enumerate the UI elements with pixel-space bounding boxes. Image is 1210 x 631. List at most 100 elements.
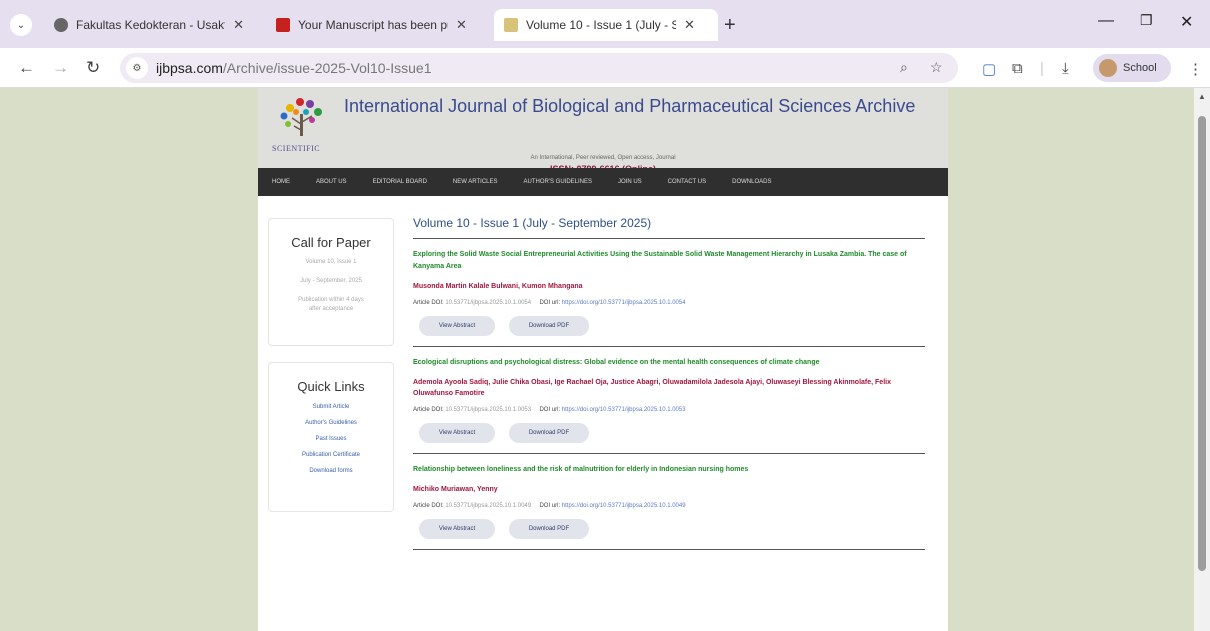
extensions-icon[interactable]: ⧉: [1012, 60, 1023, 77]
tab-manuscript[interactable]: Your Manuscript has been publ... ✕: [266, 9, 486, 41]
quick-links-title: Quick Links: [297, 379, 365, 394]
nav-new-articles[interactable]: NEW ARTICLES: [453, 179, 498, 185]
call-line: after acceptance: [308, 306, 354, 312]
reload-icon[interactable]: ↻: [86, 58, 100, 78]
main-nav: HOME ABOUT US EDITORIAL BOARD NEW ARTICL…: [258, 168, 948, 196]
download-icon[interactable]: ⤓: [1062, 60, 1069, 77]
site-header: SCIENTIFIC International Journal of Biol…: [258, 88, 948, 174]
doi-value: 10.53771/ijbpsa.2025.10.1.0049: [445, 503, 532, 509]
nav-home[interactable]: HOME: [272, 179, 290, 185]
browser-tab-strip: ⌄ Fakultas Kedokteran - Usakti ✕ Your Ma…: [0, 0, 1210, 48]
article-authors: Musonda Martin Kalale Bulwani, Kumon Mha…: [413, 283, 583, 290]
article-title[interactable]: Exploring the Solid Waste Social Entrepr…: [413, 249, 925, 273]
reading-list-icon[interactable]: ▢: [982, 60, 996, 78]
tab-fakultas[interactable]: Fakultas Kedokteran - Usakti ✕: [44, 9, 254, 41]
url-domain: ijbpsa.com: [156, 60, 223, 76]
doi-url-label: DOI url:: [539, 407, 561, 413]
site-info-icon[interactable]: ⚙: [126, 57, 148, 79]
download-pdf-button[interactable]: Download PDF: [509, 423, 589, 443]
journal-favicon-icon: [504, 18, 518, 32]
doi-value: 10.53771/ijbpsa.2025.10.1.0053: [445, 407, 532, 413]
scrollbar-thumb[interactable]: [1198, 116, 1206, 571]
issue-content: Volume 10 - Issue 1 (July - September 20…: [413, 216, 925, 550]
new-tab-plus-icon[interactable]: +: [724, 14, 736, 37]
article-item: Exploring the Solid Waste Social Entrepr…: [413, 239, 925, 347]
restore-icon[interactable]: ❐: [1140, 12, 1153, 29]
doi-url-link[interactable]: https://doi.org/10.53771/ijbpsa.2025.10.…: [562, 503, 686, 509]
close-icon[interactable]: ✕: [684, 17, 695, 33]
nav-contact-us[interactable]: CONTACT US: [668, 179, 706, 185]
call-line: Volume 10, Issue 1: [305, 259, 357, 265]
minimize-icon[interactable]: —: [1098, 12, 1114, 30]
doi-url-label: DOI url:: [539, 300, 561, 306]
gmail-icon: [276, 18, 290, 32]
back-arrow-icon[interactable]: ←: [18, 58, 35, 78]
view-abstract-button[interactable]: View Abstract: [419, 316, 495, 336]
article-authors: Michiko Muriawan, Yenny: [413, 486, 498, 493]
download-pdf-button[interactable]: Download PDF: [509, 519, 589, 539]
link-publication-certificate[interactable]: Publication Certificate: [269, 452, 393, 458]
nav-downloads[interactable]: DOWNLOADS: [732, 179, 771, 185]
article-title[interactable]: Ecological disruptions and psychological…: [413, 357, 925, 369]
nav-editorial-board[interactable]: EDITORIAL BOARD: [373, 179, 427, 185]
call-for-paper-title: Call for Paper: [291, 235, 371, 250]
article-title[interactable]: Relationship between loneliness and the …: [413, 464, 925, 476]
window-close-icon[interactable]: ✕: [1180, 12, 1193, 32]
tab-volume[interactable]: Volume 10 - Issue 1 (July - Sep... ✕: [494, 9, 718, 41]
tab-title: Your Manuscript has been publ...: [298, 18, 448, 32]
forward-arrow-icon[interactable]: →: [52, 58, 69, 78]
kebab-menu-icon[interactable]: ⋮: [1188, 60, 1203, 78]
doi-value: 10.53771/ijbpsa.2025.10.1.0054: [445, 300, 532, 306]
toolbar-divider: |: [1040, 60, 1044, 77]
article-authors: Ademola Ayoola Sadiq, Julie Chika Obasi,…: [413, 379, 891, 397]
view-abstract-button[interactable]: View Abstract: [419, 519, 495, 539]
article-item: Ecological disruptions and psychological…: [413, 347, 925, 454]
article-doi-line: Article DOI: 10.53771/ijbpsa.2025.10.1.0…: [413, 300, 925, 306]
logo-text: SCIENTIFIC: [272, 144, 321, 153]
page-scrollbar[interactable]: ▲: [1194, 88, 1210, 631]
article-doi-line: Article DOI: 10.53771/ijbpsa.2025.10.1.0…: [413, 503, 925, 509]
journal-logo[interactable]: SCIENTIFIC: [272, 94, 342, 162]
bookmark-star-icon[interactable]: ☆: [930, 59, 943, 76]
link-submit-article[interactable]: Submit Article: [269, 404, 393, 410]
globe-icon: [54, 18, 68, 32]
article-item: Relationship between loneliness and the …: [413, 454, 925, 550]
avatar: [1099, 59, 1117, 77]
doi-url-label: DOI url:: [539, 503, 561, 509]
url-path: /Archive/issue-2025-Vol10-Issue1: [222, 60, 432, 76]
doi-label: Article DOI:: [413, 300, 444, 306]
profile-button[interactable]: School: [1093, 54, 1171, 82]
download-pdf-button[interactable]: Download PDF: [509, 316, 589, 336]
browser-toolbar: ← → ↻ ⚙ ijbpsa.com /Archive/issue-2025-V…: [0, 48, 1210, 88]
scroll-up-arrow-icon[interactable]: ▲: [1198, 92, 1206, 101]
journal-subtitle: An International, Peer reviewed, Open ac…: [530, 155, 676, 161]
tree-logo-icon: [280, 98, 322, 136]
tab-search-icon[interactable]: ⌄: [10, 14, 32, 36]
link-download-forms[interactable]: Download forms: [269, 468, 393, 474]
close-icon[interactable]: ✕: [456, 17, 467, 33]
journal-title: International Journal of Biological and …: [344, 96, 916, 116]
address-bar[interactable]: ⚙ ijbpsa.com /Archive/issue-2025-Vol10-I…: [120, 53, 958, 83]
tab-title: Volume 10 - Issue 1 (July - Sep...: [526, 18, 676, 32]
web-viewport: SCIENTIFIC International Journal of Biol…: [0, 88, 1210, 631]
journal-page: SCIENTIFIC International Journal of Biol…: [258, 88, 948, 631]
doi-url-link[interactable]: https://doi.org/10.53771/ijbpsa.2025.10.…: [562, 407, 686, 413]
close-icon[interactable]: ✕: [233, 17, 244, 33]
tab-title: Fakultas Kedokteran - Usakti: [76, 18, 226, 32]
volume-heading: Volume 10 - Issue 1 (July - September 20…: [413, 216, 925, 239]
nav-about-us[interactable]: ABOUT US: [316, 179, 347, 185]
view-abstract-button[interactable]: View Abstract: [419, 423, 495, 443]
nav-authors-guidelines[interactable]: AUTHOR'S GUIDELINES: [524, 179, 593, 185]
quick-links-box: Quick Links Submit Article Author's Guid…: [268, 362, 394, 512]
doi-label: Article DOI:: [413, 407, 444, 413]
zoom-icon[interactable]: ⌕: [900, 59, 908, 76]
call-line: Publication within 4 days: [298, 297, 364, 303]
link-past-issues[interactable]: Past Issues: [269, 436, 393, 442]
profile-label: School: [1123, 62, 1157, 74]
nav-join-us[interactable]: JOIN US: [618, 179, 642, 185]
doi-url-link[interactable]: https://doi.org/10.53771/ijbpsa.2025.10.…: [562, 300, 686, 306]
call-for-paper-box: Call for Paper Volume 10, Issue 1 July -…: [268, 218, 394, 346]
link-authors-guidelines[interactable]: Author's Guidelines: [269, 420, 393, 426]
call-line: July - September, 2025: [300, 278, 362, 284]
article-doi-line: Article DOI: 10.53771/ijbpsa.2025.10.1.0…: [413, 407, 925, 413]
